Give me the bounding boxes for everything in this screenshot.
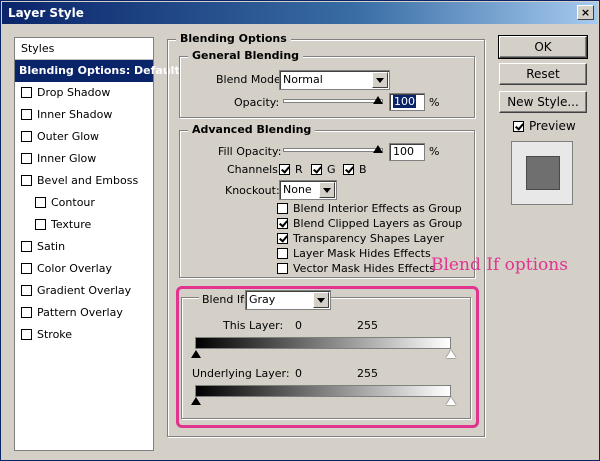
option-blend-interior[interactable]: Blend Interior Effects as Group xyxy=(277,202,462,215)
knockout-select[interactable]: None xyxy=(279,180,337,200)
checkbox[interactable] xyxy=(21,329,32,340)
style-item-drop-shadow[interactable]: Drop Shadow xyxy=(15,82,153,104)
chevron-down-icon[interactable] xyxy=(372,72,388,88)
new-style-button[interactable]: New Style... xyxy=(499,91,587,113)
channel-g[interactable]: G xyxy=(311,163,336,176)
fill-opacity-slider[interactable] xyxy=(283,148,383,152)
option-vector-mask-hides[interactable]: Vector Mask Hides Effects xyxy=(277,262,435,275)
opacity-label: Opacity: xyxy=(234,96,280,109)
annotation-text: Blend If options xyxy=(431,255,568,275)
checkbox[interactable] xyxy=(277,203,288,214)
style-item-pattern-overlay[interactable]: Pattern Overlay xyxy=(15,302,153,324)
preview-swatch xyxy=(526,156,560,190)
opacity-unit: % xyxy=(429,96,440,109)
style-item-contour[interactable]: Contour xyxy=(15,192,153,214)
channels-label: Channels: xyxy=(227,163,282,176)
blend-mode-value: Normal xyxy=(283,73,323,86)
fill-opacity-slider-thumb[interactable] xyxy=(373,145,383,153)
window-title: Layer Style xyxy=(8,6,84,20)
style-item-gradient-overlay[interactable]: Gradient Overlay xyxy=(15,280,153,302)
chevron-down-icon[interactable] xyxy=(319,182,335,198)
style-item-stroke[interactable]: Stroke xyxy=(15,324,153,346)
style-item-texture[interactable]: Texture xyxy=(15,214,153,236)
checkbox[interactable] xyxy=(21,241,32,252)
preview-checkbox[interactable] xyxy=(513,121,524,132)
annotation-highlight-box xyxy=(176,286,479,428)
checkbox[interactable] xyxy=(277,218,288,229)
channel-r[interactable]: R xyxy=(279,163,303,176)
style-item-bevel-emboss[interactable]: Bevel and Emboss xyxy=(15,170,153,192)
style-item-satin[interactable]: Satin xyxy=(15,236,153,258)
channel-b[interactable]: B xyxy=(343,163,367,176)
title-bar: Layer Style × xyxy=(2,2,598,24)
checkbox[interactable] xyxy=(35,219,46,230)
styles-list: Styles Blending Options: Default Drop Sh… xyxy=(14,37,180,451)
opacity-slider-thumb[interactable] xyxy=(373,96,383,104)
checkbox[interactable] xyxy=(21,263,32,274)
channel-g-checkbox[interactable] xyxy=(311,164,322,175)
blending-options-title: Blending Options xyxy=(176,32,291,45)
blend-mode-select[interactable]: Normal xyxy=(279,70,390,90)
checkbox[interactable] xyxy=(277,263,288,274)
advanced-blending-title: Advanced Blending xyxy=(188,123,316,136)
preview-toggle[interactable]: Preview xyxy=(513,119,576,133)
general-blending-title: General Blending xyxy=(188,49,304,62)
fill-opacity-input[interactable]: 100 xyxy=(389,143,425,161)
checkbox[interactable] xyxy=(21,131,32,142)
blend-mode-label: Blend Mode: xyxy=(216,73,285,86)
checkbox[interactable] xyxy=(21,175,32,186)
style-item-inner-shadow[interactable]: Inner Shadow xyxy=(15,104,153,126)
opacity-input[interactable]: 100 xyxy=(389,93,425,111)
channel-b-checkbox[interactable] xyxy=(343,164,354,175)
close-button[interactable]: × xyxy=(577,5,594,20)
preview-thumbnail xyxy=(511,141,573,205)
checkbox[interactable] xyxy=(277,233,288,244)
checkbox[interactable] xyxy=(21,285,32,296)
checkbox[interactable] xyxy=(21,87,32,98)
fill-opacity-label: Fill Opacity: xyxy=(218,145,282,158)
layer-style-dialog: Layer Style × Styles Blending Options: D… xyxy=(0,0,600,461)
option-transparency-shapes[interactable]: Transparency Shapes Layer xyxy=(277,232,444,245)
ok-button[interactable]: OK xyxy=(498,35,588,59)
reset-button[interactable]: Reset xyxy=(499,63,587,85)
style-item-inner-glow[interactable]: Inner Glow xyxy=(15,148,153,170)
knockout-value: None xyxy=(283,183,312,196)
blending-options-item[interactable]: Blending Options: Default xyxy=(15,60,180,82)
checkbox[interactable] xyxy=(35,197,46,208)
opacity-slider[interactable] xyxy=(283,99,383,103)
option-layer-mask-hides[interactable]: Layer Mask Hides Effects xyxy=(277,247,431,260)
option-blend-clipped[interactable]: Blend Clipped Layers as Group xyxy=(277,217,462,230)
checkbox[interactable] xyxy=(21,109,32,120)
knockout-label: Knockout: xyxy=(225,184,280,197)
style-item-color-overlay[interactable]: Color Overlay xyxy=(15,258,153,280)
fill-opacity-unit: % xyxy=(429,145,440,158)
styles-header[interactable]: Styles xyxy=(15,38,153,60)
checkbox[interactable] xyxy=(21,307,32,318)
checkbox[interactable] xyxy=(277,248,288,259)
checkbox[interactable] xyxy=(21,153,32,164)
style-item-outer-glow[interactable]: Outer Glow xyxy=(15,126,153,148)
channel-r-checkbox[interactable] xyxy=(279,164,290,175)
